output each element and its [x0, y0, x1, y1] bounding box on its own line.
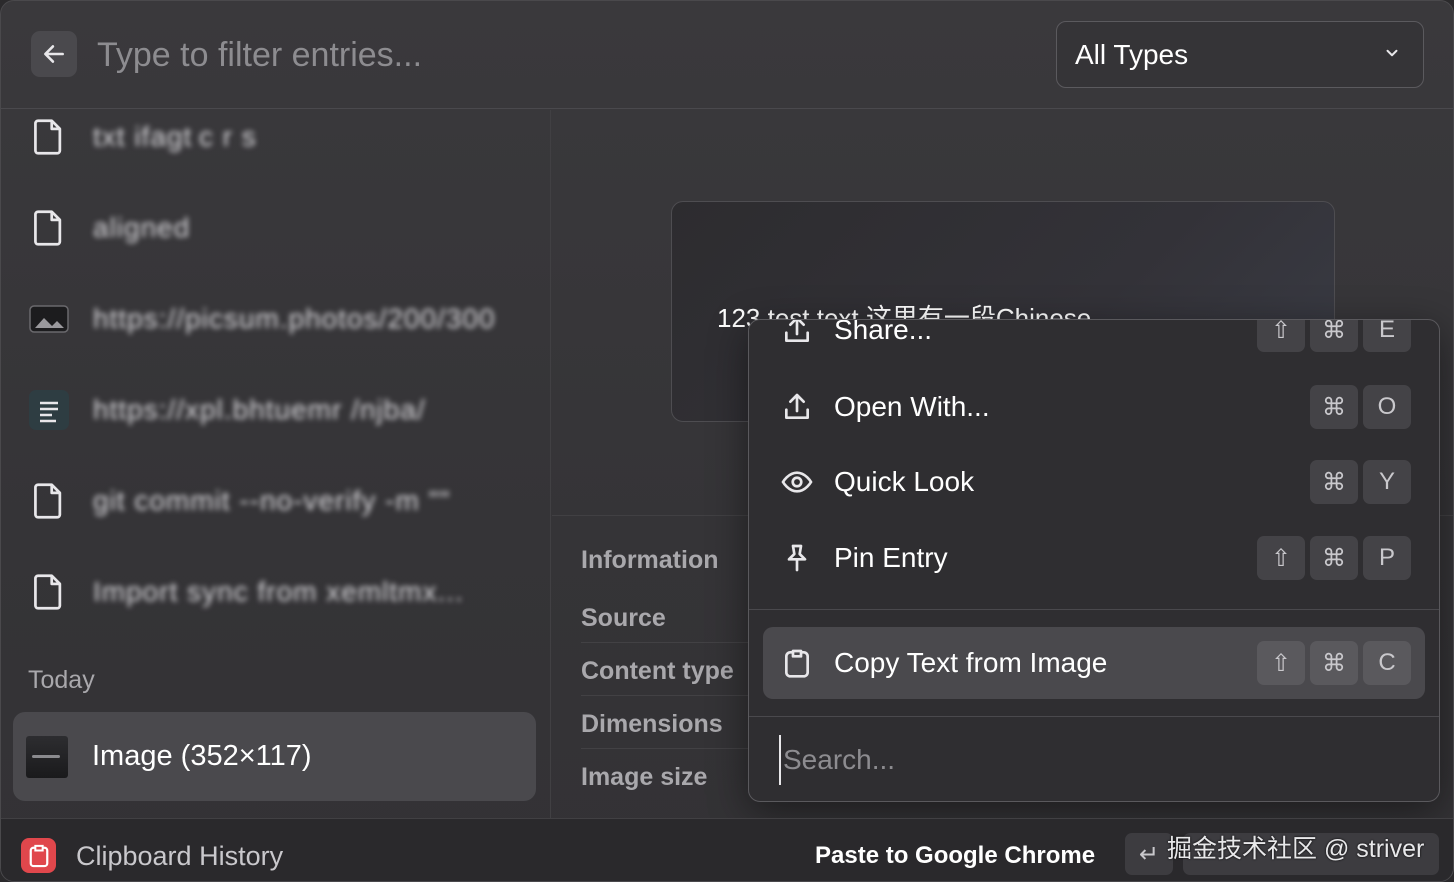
list-item-label: https://xpl.bhtuemr /njba/: [93, 394, 426, 425]
share-icon: [785, 320, 809, 342]
document-icon: [29, 572, 69, 612]
menu-item-label: Share...: [834, 319, 933, 345]
shortcut-keys: ⇧ ⌘ E: [1257, 320, 1411, 352]
menu-divider: [749, 609, 1439, 610]
info-label-image-size: Image size: [581, 763, 708, 791]
document-icon: [29, 208, 69, 248]
letter-key: C: [1363, 641, 1411, 685]
menu-item-open-with[interactable]: Open With... ⌘ O: [763, 371, 1425, 443]
command-key: ⌘: [1310, 320, 1358, 352]
clipboard-icon: [785, 649, 809, 678]
menu-item-copy-text-from-image[interactable]: Copy Text from Image ⇧ ⌘ C: [763, 627, 1425, 699]
info-label-dimensions: Dimensions: [581, 710, 723, 738]
link-icon: [29, 390, 69, 430]
shift-key: ⇧: [1257, 641, 1305, 685]
list-item-label: Image (352×117): [92, 740, 312, 772]
list-item-label: aligned: [93, 212, 191, 243]
extension-name: Clipboard History: [76, 841, 284, 871]
list-item-label: https://picsum.photos/200/300: [93, 303, 496, 334]
list-item[interactable]: txt ifagt c r s: [1, 92, 551, 182]
action-search-input[interactable]: [779, 735, 1379, 785]
upload-icon: [785, 393, 809, 419]
menu-item-label: Pin Entry: [834, 542, 948, 573]
section-header-today: Today: [28, 666, 95, 694]
info-label-content-type: Content type: [581, 657, 734, 685]
action-panel: Share... ⇧ ⌘ E Open With... ⌘ O Quick Lo…: [748, 319, 1440, 802]
return-key[interactable]: ↵: [1125, 833, 1173, 875]
letter-key: P: [1363, 536, 1411, 580]
back-button[interactable]: [31, 31, 77, 77]
letter-key: O: [1363, 385, 1411, 429]
menu-item-share[interactable]: Share... ⇧ ⌘ E: [763, 319, 1425, 366]
arrow-left-icon: [44, 45, 64, 63]
letter-key: E: [1363, 320, 1411, 352]
list-item[interactable]: Import sync from xemltmx...: [1, 547, 551, 637]
clipboard-history-icon: [21, 838, 56, 873]
menu-item-pin-entry[interactable]: Pin Entry ⇧ ⌘ P: [763, 522, 1425, 594]
action-bar: Clipboard History Paste to Google Chrome…: [1, 818, 1453, 881]
list-item[interactable]: git commit --no-verify -m "": [1, 456, 551, 546]
list-item-label: txt ifagt c r s: [93, 121, 257, 152]
info-label-source: Source: [581, 604, 666, 632]
watermark-text: 掘金技术社区 @ striver: [1167, 835, 1425, 863]
shortcut-keys: ⌘ O: [1310, 385, 1411, 429]
list-item[interactable]: https://picsum.photos/200/300: [1, 274, 551, 364]
document-icon: [29, 117, 69, 157]
primary-action-label[interactable]: Paste to Google Chrome: [815, 842, 1095, 870]
command-key: ⌘: [1310, 460, 1358, 504]
command-key: ⌘: [1310, 385, 1358, 429]
shortcut-keys: ⇧ ⌘ P: [1257, 536, 1411, 580]
shift-key: ⇧: [1257, 536, 1305, 580]
raycast-window: All Types txt ifagt c r s aligned https:…: [0, 0, 1454, 882]
eye-icon: [781, 471, 813, 493]
chevron-down-icon: [1386, 49, 1398, 57]
command-key: ⌘: [1310, 536, 1358, 580]
menu-divider: [749, 716, 1439, 717]
pin-icon: [787, 544, 807, 572]
menu-item-label: Quick Look: [834, 466, 975, 497]
list-item-selected[interactable]: Image (352×117): [13, 712, 536, 801]
image-icon: [29, 299, 69, 339]
type-filter-value: All Types: [1075, 38, 1189, 70]
shift-key: ⇧: [1257, 320, 1305, 352]
shortcut-keys: ⌘ Y: [1310, 460, 1411, 504]
menu-item-quick-look[interactable]: Quick Look ⌘ Y: [763, 446, 1425, 518]
letter-key: Y: [1363, 460, 1411, 504]
information-title: Information: [581, 546, 719, 574]
menu-item-label: Copy Text from Image: [834, 647, 1108, 678]
command-key: ⌘: [1310, 641, 1358, 685]
document-icon: [29, 481, 69, 521]
list-item[interactable]: aligned: [1, 183, 551, 273]
type-filter-dropdown[interactable]: All Types: [1056, 21, 1424, 88]
return-icon: ↵: [1138, 840, 1160, 868]
menu-item-label: Open With...: [834, 391, 990, 422]
image-thumbnail: [26, 735, 68, 778]
list-item[interactable]: https://xpl.bhtuemr /njba/: [1, 365, 551, 455]
filter-entries-input[interactable]: [97, 29, 997, 81]
list-item-label: git commit --no-verify -m "": [93, 485, 451, 516]
list-item-label: Import sync from xemltmx...: [93, 576, 464, 607]
shortcut-keys: ⇧ ⌘ C: [1257, 641, 1411, 685]
